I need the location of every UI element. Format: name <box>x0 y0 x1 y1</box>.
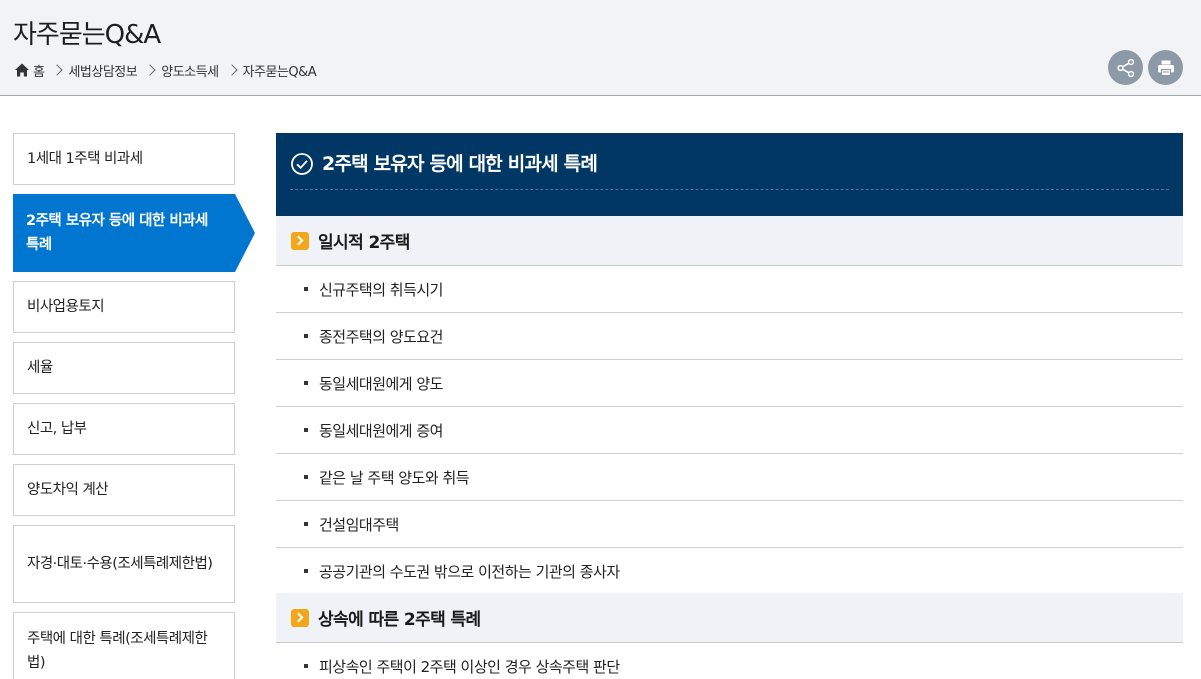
list-item[interactable]: 피상속인 주택이 2주택 이상인 경우 상속주택 판단 <box>276 643 1183 679</box>
sidebar-item-label: 신고, 납부 <box>27 421 87 437</box>
list-item-label: 신규주택의 취득시기 <box>319 280 443 299</box>
sidebar-item-tax-rate[interactable]: 세율 <box>13 342 235 394</box>
sidebar-item-label: 비사업용토지 <box>27 299 105 315</box>
breadcrumb-item[interactable]: 양도소득세 <box>161 61 219 80</box>
sidebar-item-self-farming[interactable]: 자경·대토·수용(조세특례제한법) <box>13 525 235 603</box>
page-title: 자주묻는Q&A <box>13 20 161 50</box>
chevron-right-icon <box>225 64 238 76</box>
list-item[interactable]: 같은 날 주택 양도와 취득 <box>276 454 1183 501</box>
sidebar-item-housing-special[interactable]: 주택에 대한 특례(조세특례제한법) <box>13 612 235 679</box>
list-item-label: 공공기관의 수도권 밖으로 이전하는 기관의 종사자 <box>319 562 620 581</box>
sidebar-item-non-business-land[interactable]: 비사업용토지 <box>13 281 235 333</box>
list-item-label: 동일세대원에게 양도 <box>319 374 443 393</box>
breadcrumb-item[interactable]: 자주묻는Q&A <box>243 61 317 80</box>
list-item[interactable]: 동일세대원에게 증여 <box>276 407 1183 454</box>
sidebar-item-label: 1세대 1주택 비과세 <box>27 151 143 167</box>
list-item-label: 동일세대원에게 증여 <box>319 421 443 440</box>
chevron-right-icon <box>291 608 309 627</box>
sidebar-item-filing-payment[interactable]: 신고, 납부 <box>13 403 235 455</box>
list-item-label: 종전주택의 양도요건 <box>319 327 443 346</box>
print-icon <box>1157 60 1174 76</box>
section-title: 일시적 2주택 <box>318 233 410 253</box>
print-button[interactable] <box>1148 50 1183 85</box>
sidebar-item-label: 자경·대토·수용(조세특례제한법) <box>27 556 213 572</box>
content-heading: 2주택 보유자 등에 대한 비과세 특례 <box>322 153 598 175</box>
section-temporary-two-houses[interactable]: 일시적 2주택 <box>276 216 1183 266</box>
chevron-right-icon <box>291 231 309 250</box>
page-header: 자주묻는Q&A 홈 세법상담정보 양도소득세 자주묻는Q&A <box>0 0 1201 96</box>
bullet-icon <box>304 287 308 291</box>
list-item[interactable]: 공공기관의 수도권 밖으로 이전하는 기관의 종사자 <box>276 548 1183 595</box>
section-title: 상속에 따른 2주택 특례 <box>318 610 481 630</box>
list-item[interactable]: 건설임대주택 <box>276 501 1183 548</box>
bullet-icon <box>304 475 308 479</box>
chevron-right-icon <box>51 64 64 76</box>
list-item[interactable]: 동일세대원에게 양도 <box>276 360 1183 407</box>
sidebar-item-two-houses-active[interactable]: 2주택 보유자 등에 대한 비과세 특례 <box>13 194 255 272</box>
sidebar-item-label: 세율 <box>27 360 53 376</box>
share-icon <box>1116 58 1134 77</box>
sidebar-item-label: 2주택 보유자 등에 대한 비과세 특례 <box>26 213 208 253</box>
bullet-icon <box>304 569 308 573</box>
list-item-label: 건설임대주택 <box>319 515 399 534</box>
check-circle-icon <box>291 153 313 175</box>
breadcrumb-item[interactable]: 세법상담정보 <box>68 61 137 80</box>
bullet-icon <box>304 664 308 668</box>
bullet-icon <box>304 334 308 338</box>
list-item-label: 같은 날 주택 양도와 취득 <box>319 468 470 487</box>
sidebar-item-single-house[interactable]: 1세대 1주택 비과세 <box>13 133 235 185</box>
bullet-icon <box>304 381 308 385</box>
section-inheritance-two-houses[interactable]: 상속에 따른 2주택 특례 <box>276 593 1183 643</box>
breadcrumb-home[interactable]: 홈 <box>33 61 45 80</box>
sidebar-item-label: 양도차익 계산 <box>27 482 109 498</box>
sidebar-item-label: 주택에 대한 특례(조세특례제한법) <box>27 631 208 671</box>
chevron-right-icon <box>144 64 156 76</box>
list-item[interactable]: 신규주택의 취득시기 <box>276 266 1183 313</box>
breadcrumb: 홈 세법상담정보 양도소득세 자주묻는Q&A <box>14 61 317 80</box>
share-button[interactable] <box>1108 50 1143 85</box>
content-heading-box: 2주택 보유자 등에 대한 비과세 특례 <box>276 133 1183 216</box>
list-item-label: 피상속인 주택이 2주택 이상인 경우 상속주택 판단 <box>319 657 620 676</box>
list-item[interactable]: 종전주택의 양도요건 <box>276 313 1183 360</box>
bullet-icon <box>304 428 308 432</box>
heading-divider <box>290 189 1169 190</box>
sidebar-item-gain-calculation[interactable]: 양도차익 계산 <box>13 464 235 516</box>
bullet-icon <box>304 522 308 526</box>
home-icon[interactable] <box>14 62 30 78</box>
